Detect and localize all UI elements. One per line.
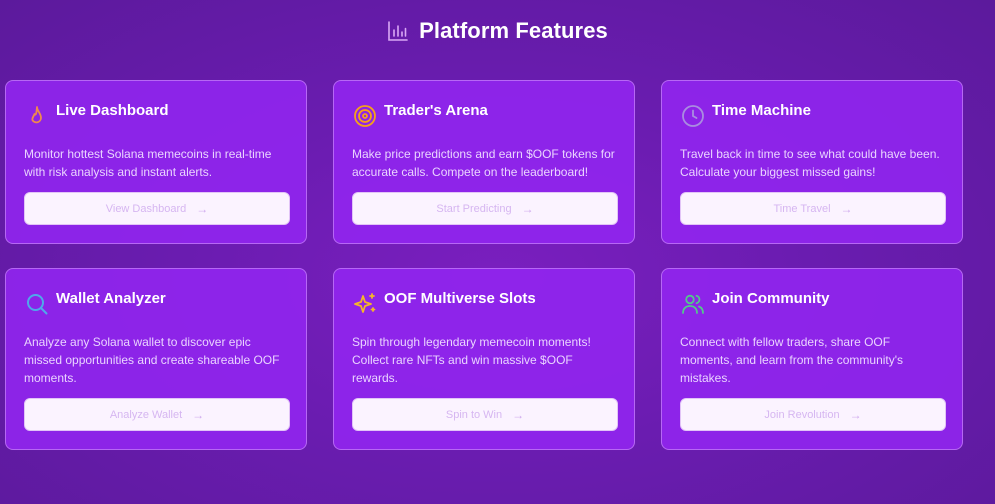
feature-card-wallet-analyzer: Wallet Analyzer Analyze any Solana walle…: [5, 268, 307, 450]
card-description: Travel back in time to see what could ha…: [680, 147, 940, 179]
card-description: Connect with fellow traders, share OOF m…: [680, 335, 904, 385]
page-title: Platform Features: [419, 18, 608, 43]
feature-card-multiverse-slots: OOF Multiverse Slots Spin through legend…: [333, 268, 635, 450]
join-revolution-button[interactable]: Join Revolution →: [680, 398, 946, 431]
bar-chart-icon: [387, 20, 409, 42]
feature-card-time-machine: Time Machine Travel back in time to see …: [661, 80, 963, 244]
time-travel-button[interactable]: Time Travel →: [680, 192, 946, 225]
start-predicting-button[interactable]: Start Predicting →: [352, 192, 618, 225]
arrow-right-icon: →: [840, 201, 853, 216]
card-description: Spin through legendary memecoin moments!…: [352, 335, 591, 385]
card-title: Time Machine: [712, 102, 811, 119]
feature-card-join-community: Join Community Connect with fellow trade…: [661, 268, 963, 450]
analyze-wallet-button[interactable]: Analyze Wallet →: [24, 398, 290, 431]
spin-to-win-button[interactable]: Spin to Win →: [352, 398, 618, 431]
flame-icon: [25, 104, 49, 128]
feature-card-traders-arena: Trader's Arena Make price predictions an…: [333, 80, 635, 244]
sparkles-icon: [353, 292, 377, 316]
search-icon: [25, 292, 49, 316]
section-header: Platform Features: [0, 16, 995, 46]
card-title: OOF Multiverse Slots: [384, 290, 536, 307]
card-title: Live Dashboard: [56, 102, 169, 119]
card-title: Trader's Arena: [384, 102, 488, 119]
arrow-right-icon: →: [196, 201, 209, 216]
arrow-right-icon: →: [849, 407, 862, 422]
clock-icon: [681, 104, 705, 128]
card-title: Join Community: [712, 290, 830, 307]
card-description: Make price predictions and earn $OOF tok…: [352, 147, 615, 179]
view-dashboard-button[interactable]: View Dashboard →: [24, 192, 290, 225]
users-icon: [681, 292, 705, 316]
feature-card-live-dashboard: Live Dashboard Monitor hottest Solana me…: [5, 80, 307, 244]
arrow-right-icon: →: [192, 407, 205, 422]
target-icon: [353, 104, 377, 128]
card-title: Wallet Analyzer: [56, 290, 166, 307]
card-description: Monitor hottest Solana memecoins in real…: [24, 147, 272, 179]
arrow-right-icon: →: [521, 201, 534, 216]
card-description: Analyze any Solana wallet to discover ep…: [24, 335, 280, 385]
arrow-right-icon: →: [512, 407, 525, 422]
